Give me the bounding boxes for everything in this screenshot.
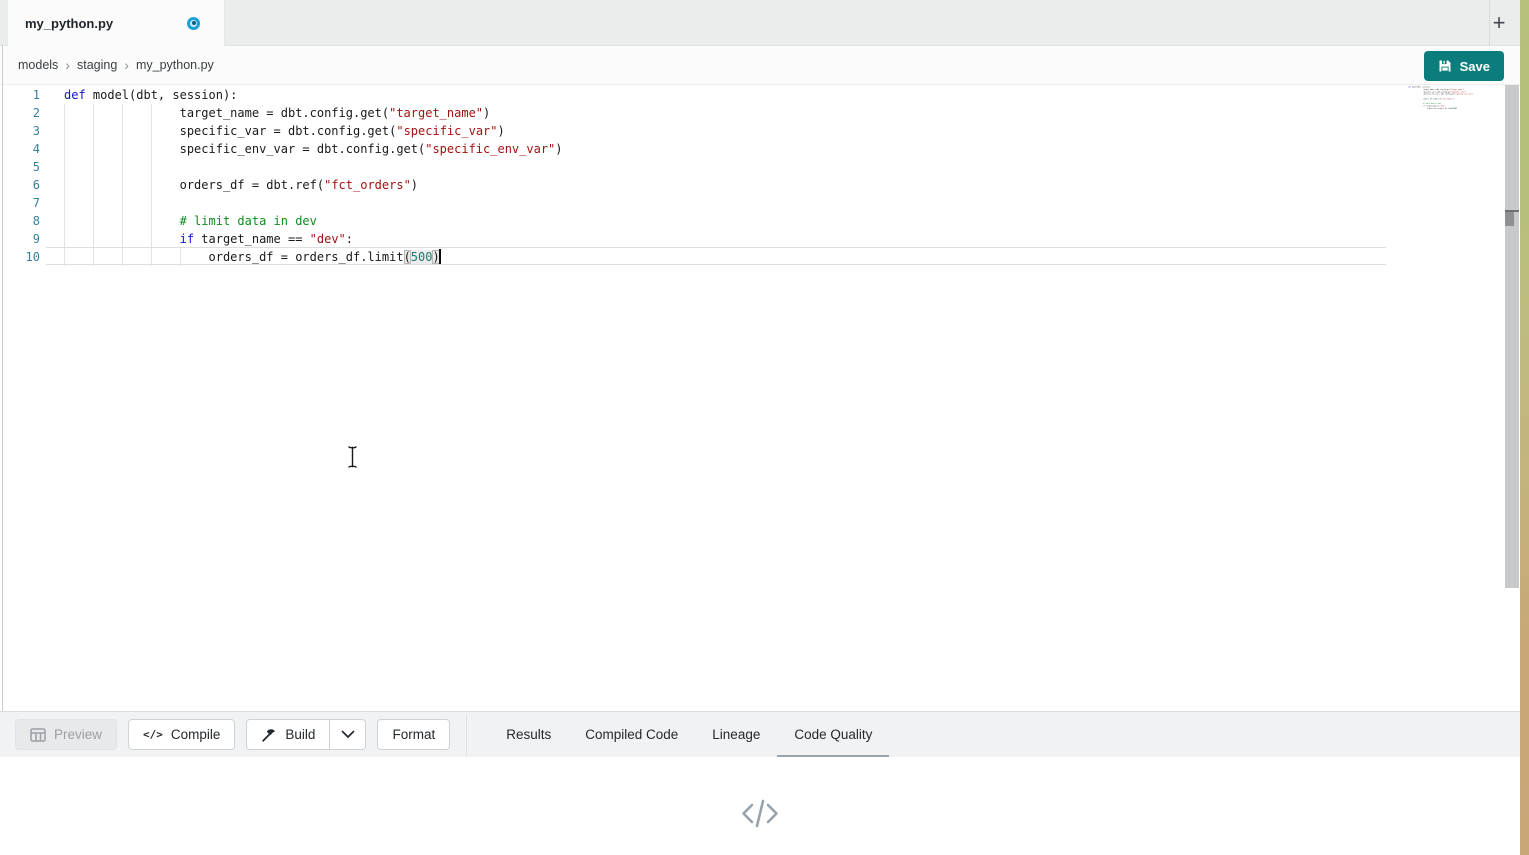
preview-table-icon [30, 728, 46, 742]
code-line[interactable]: # limit data in dev [0, 212, 1490, 230]
desktop-wallpaper-edge [1520, 0, 1529, 855]
editor-scrollbar[interactable] [1505, 85, 1519, 588]
tab-lineage[interactable]: Lineage [695, 712, 777, 758]
scrollbar-marker [1505, 212, 1514, 226]
editor-tab-bar: my_python.py + [0, 0, 1520, 46]
toolbar-divider [466, 714, 467, 756]
ide-window: my_python.py + models › staging › my_pyt… [0, 0, 1520, 855]
compile-button[interactable]: </> Compile [128, 719, 235, 750]
breadcrumb-staging[interactable]: staging [77, 58, 117, 72]
code-line[interactable] [0, 194, 1490, 212]
code-lines[interactable]: def model(dbt, session): target_name = d… [0, 86, 1490, 266]
compile-code-icon: </> [143, 728, 163, 741]
save-icon [1438, 59, 1452, 73]
code-line[interactable]: specific_var = dbt.config.get("specific_… [0, 122, 1490, 140]
build-button-label: Build [285, 727, 315, 742]
format-button-label: Format [392, 727, 435, 742]
preview-button-label: Preview [54, 727, 102, 742]
mouse-ibeam-cursor [345, 444, 360, 475]
build-button[interactable]: Build [246, 719, 330, 750]
bottom-toolbar: Preview </> Compile Build [0, 711, 1520, 757]
tab-code-quality[interactable]: Code Quality [777, 712, 889, 758]
save-button[interactable]: Save [1424, 51, 1504, 81]
code-line[interactable]: def model(dbt, session): [0, 86, 1490, 104]
minimap-content: def model(dbt, session): target_name = d… [1400, 86, 1510, 109]
code-line[interactable]: orders_df = orders_df.limit(500) [1400, 107, 1510, 109]
build-options-dropdown-button[interactable] [330, 719, 366, 750]
tab-results[interactable]: Results [489, 712, 568, 758]
code-line[interactable]: orders_df = orders_df.limit(500) [0, 248, 1490, 266]
breadcrumb-separator-icon: › [65, 57, 70, 73]
save-button-label: Save [1460, 59, 1490, 74]
code-line[interactable]: target_name = dbt.config.get("target_nam… [0, 104, 1490, 122]
code-line[interactable] [0, 158, 1490, 176]
format-button[interactable]: Format [377, 719, 450, 750]
preview-button[interactable]: Preview [15, 719, 117, 750]
compile-button-label: Compile [171, 727, 221, 742]
code-line[interactable]: specific_env_var = dbt.config.get("speci… [0, 140, 1490, 158]
breadcrumb-bar: models › staging › my_python.py Save [0, 46, 1520, 85]
ide-screen: my_python.py + models › staging › my_pyt… [0, 0, 1529, 855]
code-line[interactable]: if target_name == "dev": [0, 230, 1490, 248]
file-tab-label: my_python.py [25, 16, 113, 31]
build-hammer-icon [261, 727, 277, 743]
results-panel [0, 757, 1520, 855]
breadcrumb-models[interactable]: models [18, 58, 58, 72]
panel-tab-list: Results Compiled Code Lineage Code Quali… [489, 712, 889, 758]
unsaved-changes-icon [187, 17, 200, 30]
code-line[interactable]: orders_df = dbt.ref("fct_orders") [0, 176, 1490, 194]
file-tab-my-python[interactable]: my_python.py [8, 0, 225, 46]
breadcrumb-separator-icon: › [124, 57, 129, 73]
breadcrumb-file[interactable]: my_python.py [136, 58, 214, 72]
text-caret [439, 249, 441, 264]
tab-compiled-code[interactable]: Compiled Code [568, 712, 695, 758]
minimap[interactable]: def model(dbt, session): target_name = d… [1400, 86, 1510, 116]
new-tab-button[interactable]: + [1484, 8, 1514, 38]
code-editor[interactable]: 12345678910 def model(dbt, session): tar… [0, 85, 1520, 711]
empty-state-code-icon [739, 797, 781, 830]
chevron-down-icon [341, 730, 355, 739]
